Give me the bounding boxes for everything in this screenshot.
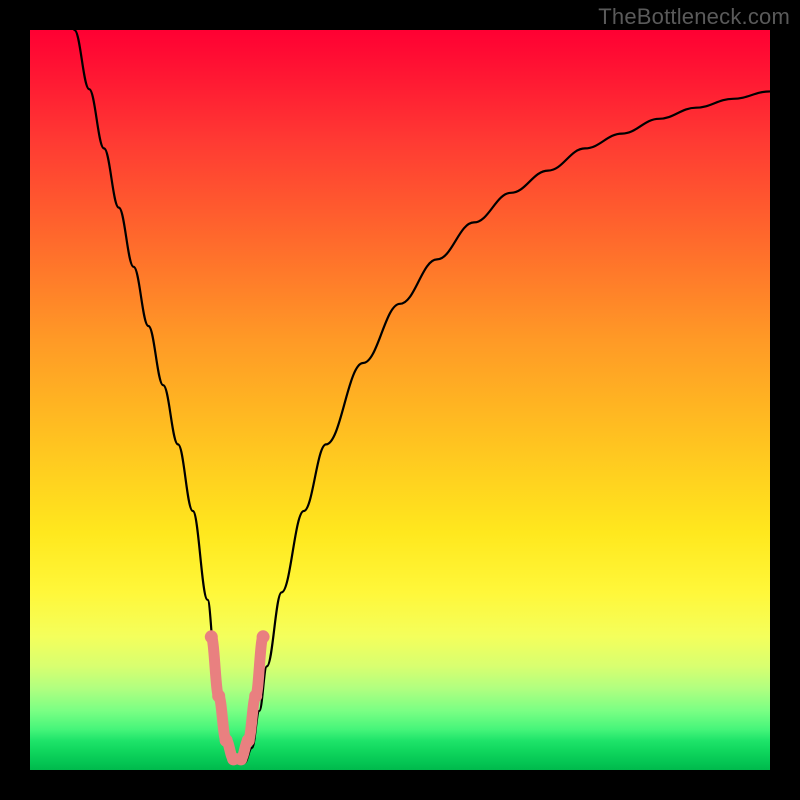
bottleneck-curve [74, 30, 770, 763]
chart-stage: TheBottleneck.com [0, 0, 800, 800]
bottleneck-curve-path [74, 30, 770, 763]
plot-area [30, 30, 770, 770]
trough-marker-dot [205, 630, 218, 643]
trough-marker [205, 630, 270, 765]
trough-marker-dot [234, 752, 247, 765]
chart-svg [30, 30, 770, 770]
trough-marker-dot [242, 734, 255, 747]
trough-marker-dot [212, 690, 225, 703]
trough-marker-dot [257, 630, 270, 643]
watermark-text: TheBottleneck.com [598, 4, 790, 30]
trough-marker-dot [249, 690, 262, 703]
trough-marker-dot [220, 734, 233, 747]
